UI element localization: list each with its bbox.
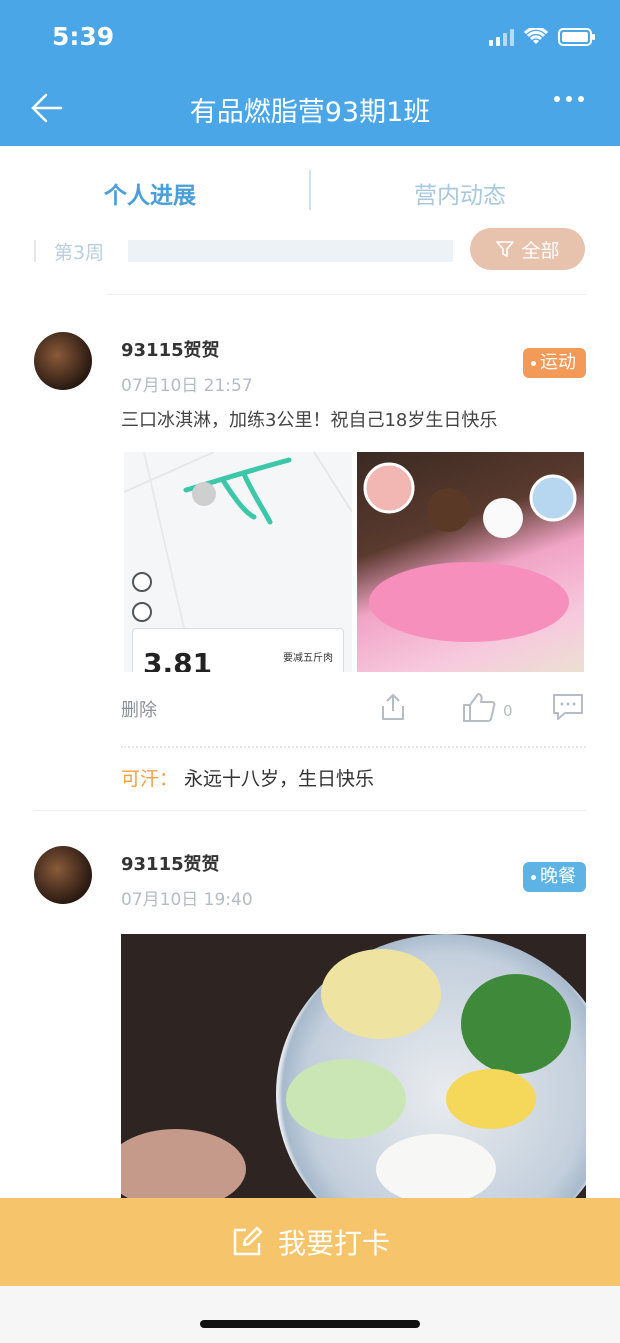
delete-button[interactable]: 删除 (121, 696, 157, 722)
post-time: 07月10日 21:57 (121, 376, 253, 396)
tab-camp-activity[interactable]: 营内动态 (414, 176, 506, 210)
comment-text: 永远十八岁，生日快乐 (178, 768, 375, 790)
edit-icon (233, 1226, 263, 1256)
status-badge: 运动 (523, 348, 586, 378)
post-username[interactable]: 93115贺贺 (121, 336, 220, 362)
comment-author[interactable]: 可汗： (121, 768, 178, 790)
filter-button[interactable]: 全部 (470, 228, 585, 270)
divider (34, 810, 586, 811)
running-map-image[interactable]: 3.81 要减五斤肉 (124, 452, 352, 672)
run-summary-card: 3.81 要减五斤肉 (132, 628, 344, 672)
divider (121, 746, 586, 748)
divider (106, 294, 586, 295)
avatar[interactable] (34, 846, 92, 904)
week-row: 第3周 全部 (0, 228, 620, 272)
signal-icon (489, 28, 514, 46)
tag-label: 晚餐 (540, 866, 576, 887)
comment-icon[interactable] (551, 692, 585, 726)
filter-label: 全部 (521, 239, 560, 262)
tag-label: 运动 (540, 352, 576, 373)
wifi-icon (524, 28, 548, 46)
status-icons (489, 28, 596, 46)
avatar[interactable] (34, 332, 92, 390)
week-marker (34, 240, 36, 262)
page-title: 有品燃脂营93期1班 (189, 97, 431, 128)
week-progress-bar (128, 240, 453, 262)
status-time: 5:39 (52, 22, 115, 51)
post-actions: 删除 0 (0, 690, 620, 734)
tab-personal-progress[interactable]: 个人进展 (104, 176, 196, 210)
dinner-photo[interactable] (121, 934, 586, 1198)
like-count: 0 (503, 702, 513, 720)
home-area (0, 1286, 620, 1343)
share-icon[interactable] (378, 692, 408, 726)
checkin-button[interactable]: 我要打卡 (0, 1198, 620, 1286)
post-time: 07月10日 19:40 (121, 890, 253, 910)
battery-icon (558, 28, 596, 46)
tab-bar: 个人进展 营内动态 (0, 146, 620, 238)
filter-icon (496, 241, 515, 257)
checkin-label: 我要打卡 (277, 1227, 390, 1260)
like-icon[interactable] (462, 692, 498, 728)
post-username[interactable]: 93115贺贺 (121, 850, 220, 876)
status-badge: 晚餐 (523, 862, 586, 892)
week-label: 第3周 (54, 242, 105, 264)
tab-divider (309, 170, 311, 210)
home-indicator[interactable] (200, 1320, 420, 1328)
more-options-icon[interactable] (554, 96, 584, 102)
birthday-cake-image[interactable] (357, 452, 584, 672)
comment: 可汗： 永远十八岁，生日快乐 (121, 764, 374, 791)
run-distance: 3.81 (143, 647, 213, 672)
top-bar: 5:39 有品燃脂营93期1班 (0, 0, 620, 146)
run-note: 要减五斤肉 (283, 653, 333, 664)
post-text: 三口冰淇淋，加练3公里！祝自己18岁生日快乐 (121, 410, 498, 431)
